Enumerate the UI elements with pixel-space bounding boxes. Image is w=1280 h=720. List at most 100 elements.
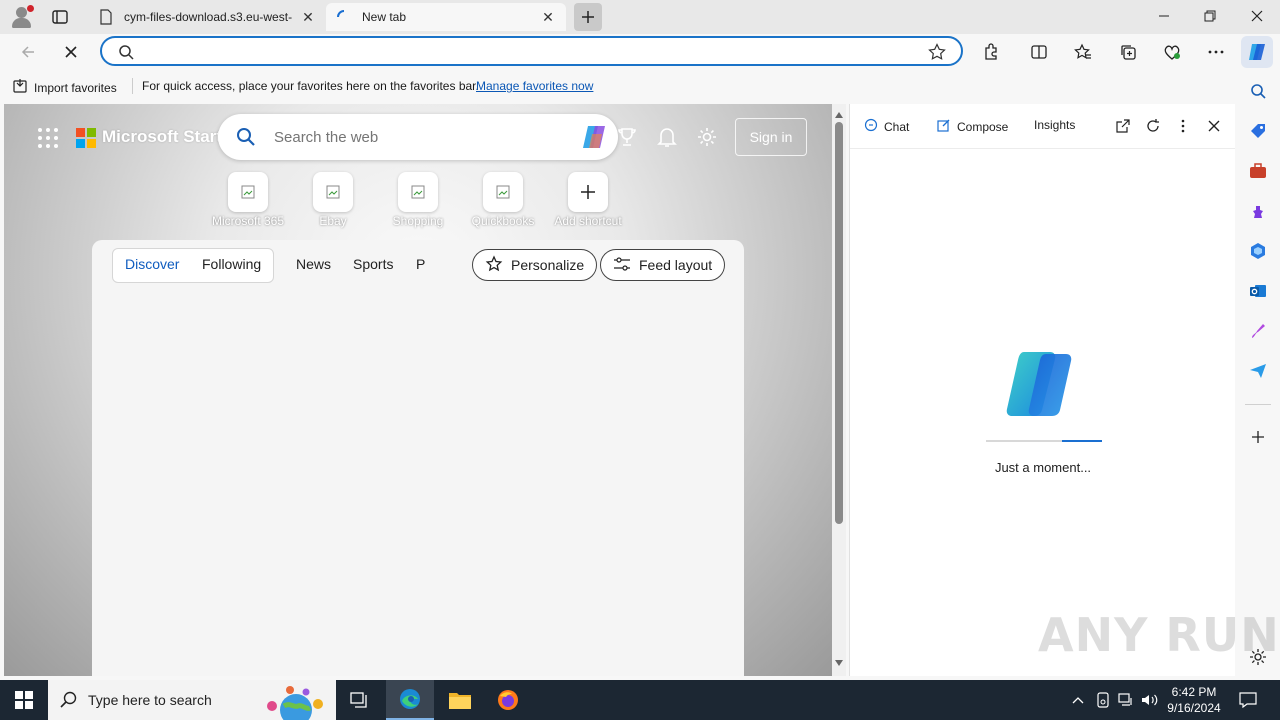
start-windows-icon[interactable] xyxy=(0,680,48,720)
news-feed: Discover Following News Sports P Persona… xyxy=(92,240,744,676)
shortcut-quickbooks[interactable]: Quickbooks xyxy=(463,172,543,232)
copilot-button[interactable] xyxy=(1241,36,1273,68)
tab-insights[interactable]: Insights xyxy=(1034,118,1075,132)
microsoft-365-icon[interactable] xyxy=(1247,240,1269,262)
tab-news[interactable]: News xyxy=(296,256,331,272)
open-external-icon[interactable] xyxy=(1113,116,1133,136)
broken-image-icon xyxy=(228,172,268,212)
browser-toolbar xyxy=(0,34,1280,70)
compose-label: Compose xyxy=(957,119,1009,134)
web-search-box[interactable] xyxy=(218,114,618,160)
shortcut-label: Quickbooks xyxy=(471,214,535,228)
drop-send-icon[interactable] xyxy=(1247,360,1269,382)
shortcut-label: Add shortcut xyxy=(554,214,622,228)
games-chess-icon[interactable] xyxy=(1247,200,1269,222)
add-shortcut-button[interactable]: Add shortcut xyxy=(548,172,628,232)
copilot-logo-icon xyxy=(1004,350,1082,423)
new-tab-button[interactable] xyxy=(574,3,602,31)
search-icon xyxy=(236,127,256,150)
close-panel-icon[interactable] xyxy=(1204,116,1224,136)
designer-icon[interactable] xyxy=(1247,320,1269,342)
address-bar[interactable] xyxy=(100,36,963,66)
tab-sports[interactable]: Sports xyxy=(353,256,393,272)
close-tab-icon[interactable]: ✕ xyxy=(540,9,556,25)
close-window-button[interactable] xyxy=(1234,0,1280,32)
collections-icon[interactable] xyxy=(1114,38,1142,66)
page-settings-gear-icon[interactable] xyxy=(695,125,719,149)
windows-taskbar: Type here to search 6:42 PM 9/16/2024 xyxy=(0,680,1280,720)
search-icon xyxy=(118,44,134,63)
task-view-icon[interactable] xyxy=(336,680,384,720)
page-icon xyxy=(98,9,114,25)
tab-strip: cym-files-download.s3.eu-west- ✕ New tab… xyxy=(0,0,1280,34)
refresh-icon[interactable] xyxy=(1143,116,1163,136)
feed-layout-button[interactable]: Feed layout xyxy=(600,249,726,281)
back-button[interactable] xyxy=(14,38,42,66)
page-scrollbar[interactable] xyxy=(832,104,846,676)
manage-favorites-link[interactable]: Manage favorites now xyxy=(476,79,593,93)
edge-taskbar-icon[interactable] xyxy=(386,680,434,720)
minimize-button[interactable] xyxy=(1141,0,1187,32)
import-icon xyxy=(12,78,28,97)
divider xyxy=(132,78,133,94)
stop-loading-button[interactable] xyxy=(57,38,85,66)
close-tab-icon[interactable]: ✕ xyxy=(300,9,316,25)
show-hidden-icons-chevron-icon[interactable] xyxy=(1068,690,1088,710)
browser-essentials-icon[interactable] xyxy=(1158,38,1186,66)
loading-progress-bar xyxy=(986,440,1102,442)
firefox-icon[interactable] xyxy=(484,680,532,720)
outlook-icon[interactable] xyxy=(1247,280,1269,302)
compose-pencil-icon xyxy=(937,118,951,135)
shortcut-microsoft-365[interactable]: Microsoft 365 xyxy=(208,172,288,232)
notifications-bell-icon[interactable] xyxy=(655,125,679,149)
profile-avatar-icon[interactable] xyxy=(10,5,34,29)
tab-new-tab[interactable]: New tab ✕ xyxy=(326,3,566,31)
copilot-icon[interactable] xyxy=(580,124,610,153)
rewards-trophy-icon[interactable] xyxy=(615,125,639,149)
sign-in-button[interactable]: Sign in xyxy=(735,118,807,156)
tab-following[interactable]: Following xyxy=(202,256,261,272)
scroll-down-icon[interactable] xyxy=(835,660,843,666)
search-icon[interactable] xyxy=(1247,80,1269,102)
restore-button[interactable] xyxy=(1187,0,1233,32)
favorites-icon[interactable] xyxy=(1069,38,1097,66)
loading-message: Just a moment... xyxy=(994,460,1092,475)
web-search-input[interactable] xyxy=(274,127,564,147)
settings-more-icon[interactable] xyxy=(1202,38,1230,66)
tab-discover[interactable]: Discover xyxy=(125,256,179,272)
sidebar-rail xyxy=(1235,72,1280,676)
import-favorites-button[interactable]: Import favorites xyxy=(12,78,117,97)
tab-label: New tab xyxy=(362,10,407,24)
shopping-tag-icon[interactable] xyxy=(1247,120,1269,142)
brand-title[interactable]: Microsoft Start xyxy=(102,127,222,147)
tab-compose[interactable]: Compose xyxy=(937,118,1008,135)
tab-actions-icon[interactable] xyxy=(50,7,70,27)
file-explorer-icon[interactable] xyxy=(436,680,484,720)
scroll-thumb[interactable] xyxy=(835,122,843,524)
shortcut-ebay[interactable]: Ebay xyxy=(293,172,373,232)
favorite-star-icon[interactable] xyxy=(928,43,946,64)
personalize-button[interactable]: Personalize xyxy=(472,249,598,281)
shortcut-shopping[interactable]: Shopping xyxy=(378,172,458,232)
address-input[interactable] xyxy=(138,42,898,60)
new-tab-page: Microsoft Start Sign in Microsoft 365 Eb… xyxy=(4,104,832,676)
chat-label: Chat xyxy=(884,119,910,134)
tab-more-truncated[interactable]: P xyxy=(416,256,425,272)
add-sidebar-app-icon[interactable] xyxy=(1247,426,1269,448)
network-icon[interactable] xyxy=(1116,690,1136,710)
favorites-hint: For quick access, place your favorites h… xyxy=(142,79,479,93)
device-icon[interactable] xyxy=(1093,690,1113,710)
taskbar-clock[interactable]: 6:42 PM 9/16/2024 xyxy=(1156,684,1232,716)
more-options-icon[interactable] xyxy=(1173,116,1193,136)
split-screen-icon[interactable] xyxy=(1025,38,1053,66)
import-favorites-label: Import favorites xyxy=(34,80,117,95)
tools-briefcase-icon[interactable] xyxy=(1247,160,1269,182)
app-launcher-icon[interactable] xyxy=(38,128,58,148)
scroll-up-icon[interactable] xyxy=(835,112,843,118)
extensions-icon[interactable] xyxy=(977,38,1005,66)
tab-chat[interactable]: Chat xyxy=(864,118,909,135)
notifications-icon[interactable] xyxy=(1238,690,1258,710)
taskbar-search-box[interactable]: Type here to search xyxy=(48,680,336,720)
shortcut-label: Ebay xyxy=(319,214,347,228)
tab-s3-download[interactable]: cym-files-download.s3.eu-west- ✕ xyxy=(88,3,326,31)
